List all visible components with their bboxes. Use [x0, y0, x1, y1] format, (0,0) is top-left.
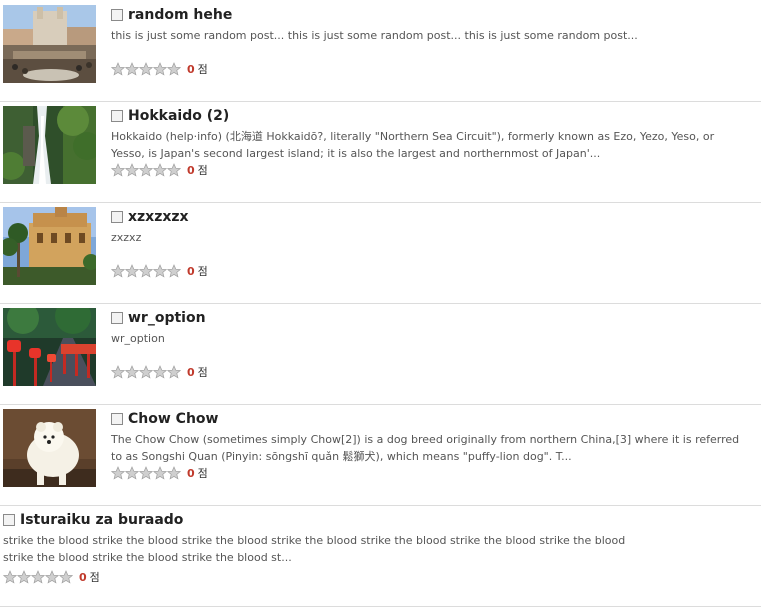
star-rating: [111, 365, 181, 379]
list-item: xzxzxzx zxzxz 0 점: [0, 202, 761, 304]
rating-unit: 점: [197, 63, 208, 76]
post-title[interactable]: xzxzxzx: [128, 209, 189, 225]
star-icon: [167, 62, 181, 76]
star-icon: [153, 264, 167, 278]
rating: 0 점: [3, 569, 100, 585]
star-rating: [111, 264, 181, 278]
rating-score: 0: [187, 264, 195, 278]
star-icon: [125, 163, 139, 177]
post-thumbnail[interactable]: [3, 207, 96, 285]
star-icon: [31, 570, 45, 584]
rating-score: 0: [187, 62, 195, 76]
star-rating: [111, 62, 181, 76]
post-list: random hehe this is just some random pos…: [0, 0, 761, 608]
select-checkbox[interactable]: [111, 312, 123, 324]
star-icon: [139, 163, 153, 177]
star-icon: [139, 365, 153, 379]
post-title[interactable]: Chow Chow: [128, 411, 218, 427]
star-icon: [111, 466, 125, 480]
rating-score: 0: [187, 466, 195, 480]
list-item: Isturaiku za buraado strike the blood st…: [0, 505, 761, 607]
star-icon: [167, 264, 181, 278]
post-thumbnail[interactable]: [3, 308, 96, 386]
star-rating: [111, 466, 181, 480]
star-rating: [3, 570, 73, 584]
select-checkbox[interactable]: [111, 211, 123, 223]
post-summary: zxzxz: [111, 231, 142, 244]
star-icon: [153, 365, 167, 379]
star-icon: [139, 62, 153, 76]
list-item: random hehe this is just some random pos…: [0, 0, 761, 102]
rating: 0 점: [111, 263, 208, 279]
rating-unit: 점: [197, 164, 208, 177]
list-item: wr_option wr_option 0 점: [0, 303, 761, 405]
star-rating: [111, 163, 181, 177]
post-summary: strike the blood strike the blood strike…: [3, 534, 626, 564]
rating: 0 점: [111, 162, 208, 178]
star-icon: [167, 163, 181, 177]
post-title[interactable]: random hehe: [128, 7, 232, 23]
rating-unit: 점: [197, 265, 208, 278]
post-summary: this is just some random post... this is…: [111, 29, 638, 42]
select-checkbox[interactable]: [111, 413, 123, 425]
star-icon: [17, 570, 31, 584]
star-icon: [45, 570, 59, 584]
star-icon: [167, 466, 181, 480]
post-title[interactable]: Hokkaido (2): [128, 108, 229, 124]
star-icon: [111, 163, 125, 177]
star-icon: [59, 570, 73, 584]
post-summary: The Chow Chow (sometimes simply Chow[2])…: [111, 433, 740, 463]
select-checkbox[interactable]: [111, 110, 123, 122]
star-icon: [167, 365, 181, 379]
star-icon: [111, 365, 125, 379]
star-icon: [153, 466, 167, 480]
rating: 0 점: [111, 364, 208, 380]
star-icon: [125, 264, 139, 278]
post-thumbnail[interactable]: [3, 409, 96, 487]
post-thumbnail[interactable]: [3, 5, 96, 83]
star-icon: [111, 264, 125, 278]
star-icon: [139, 466, 153, 480]
post-title[interactable]: Isturaiku za buraado: [20, 512, 183, 528]
rating-score: 0: [187, 365, 195, 379]
post-title[interactable]: wr_option: [128, 310, 206, 326]
star-icon: [139, 264, 153, 278]
star-icon: [153, 62, 167, 76]
rating-score: 0: [187, 163, 195, 177]
rating: 0 점: [111, 61, 208, 77]
rating-unit: 점: [197, 366, 208, 379]
rating-score: 0: [79, 570, 87, 584]
list-item: Chow Chow The Chow Chow (sometimes simpl…: [0, 404, 761, 506]
star-icon: [125, 62, 139, 76]
star-icon: [111, 62, 125, 76]
star-icon: [125, 365, 139, 379]
post-thumbnail[interactable]: [3, 106, 96, 184]
rating: 0 점: [111, 465, 208, 481]
post-summary: Hokkaido (help·info) (北海道 Hokkaidō?, lit…: [111, 130, 715, 160]
select-checkbox[interactable]: [111, 9, 123, 21]
select-checkbox[interactable]: [3, 514, 15, 526]
star-icon: [3, 570, 17, 584]
post-summary: wr_option: [111, 332, 165, 345]
star-icon: [153, 163, 167, 177]
rating-unit: 점: [197, 467, 208, 480]
list-item: Hokkaido (2) Hokkaido (help·info) (北海道 H…: [0, 101, 761, 203]
star-icon: [125, 466, 139, 480]
rating-unit: 점: [89, 571, 100, 584]
